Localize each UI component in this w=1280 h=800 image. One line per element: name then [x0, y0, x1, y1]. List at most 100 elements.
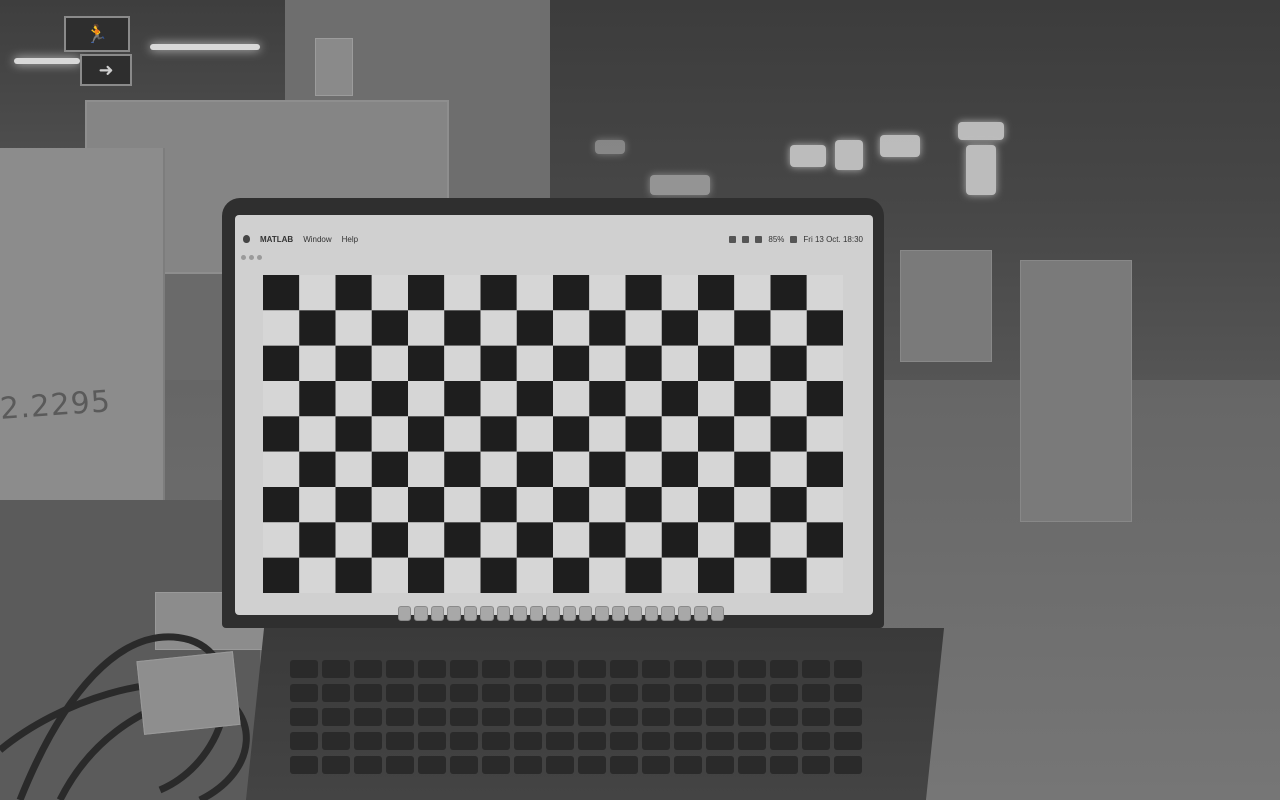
dock-app-icon[interactable]: [414, 605, 428, 621]
keyboard-key: [514, 708, 542, 726]
keyboard-key: [578, 708, 606, 726]
checker-square-light: [371, 416, 408, 452]
keyboard-key: [418, 756, 446, 774]
shelf: [1020, 260, 1132, 522]
checker-square-dark: [698, 487, 735, 523]
checker-square-dark: [444, 381, 481, 417]
keyboard-key: [354, 732, 382, 750]
keyboard-key: [514, 756, 542, 774]
checker-square-dark: [444, 310, 481, 346]
checker-square-light: [480, 310, 517, 346]
menu-app-name[interactable]: MATLAB: [260, 235, 293, 244]
checker-square-dark: [335, 345, 372, 381]
wifi-icon[interactable]: [755, 235, 763, 243]
minimize-window-icon[interactable]: [249, 255, 254, 260]
keyboard-key: [450, 708, 478, 726]
checker-square-dark: [806, 451, 843, 487]
dock-app-icon[interactable]: [463, 605, 478, 621]
checker-square-dark: [516, 310, 553, 346]
dock-app-icon[interactable]: [529, 605, 544, 621]
dock-app-icon[interactable]: [430, 605, 445, 621]
checker-square-dark: [806, 310, 843, 346]
checker-square-light: [734, 487, 771, 523]
dock-app-icon[interactable]: [611, 605, 626, 621]
keyboard-key: [738, 660, 766, 678]
keyboard-key: [610, 708, 638, 726]
checker-square-dark: [408, 345, 445, 381]
checker-square-dark: [806, 381, 843, 417]
dock-app-icon[interactable]: [496, 605, 511, 621]
light-bokeh: [835, 140, 863, 170]
checker-square-light: [661, 557, 698, 593]
keyboard-key: [482, 708, 510, 726]
checker-square-dark: [589, 381, 626, 417]
checker-square-light: [661, 275, 698, 311]
bluetooth-icon[interactable]: [742, 235, 750, 243]
close-window-icon[interactable]: [241, 255, 246, 260]
dock-app-icon[interactable]: [661, 605, 675, 621]
keyboard-key: [674, 708, 702, 726]
checker-square-light: [698, 381, 735, 417]
checker-square-light: [698, 522, 735, 558]
checker-square-dark: [770, 416, 807, 452]
keyboard-key: [322, 732, 350, 750]
keyboard-key: [450, 756, 478, 774]
checker-square-dark: [263, 275, 300, 311]
checker-square-light: [335, 381, 372, 417]
dock-app-icon[interactable]: [513, 605, 527, 621]
checker-square-dark: [553, 416, 590, 452]
checkerboard: [263, 275, 843, 593]
dock-app-icon[interactable]: [447, 605, 461, 621]
keyboard-key: [354, 756, 382, 774]
checker-square-dark: [263, 345, 300, 381]
menu-help[interactable]: Help: [342, 235, 358, 244]
dock-app-icon[interactable]: [644, 605, 659, 621]
checker-square-dark: [734, 310, 771, 346]
dock-app-icon[interactable]: [595, 605, 609, 621]
checker-square-dark: [408, 557, 445, 593]
dock-app-icon[interactable]: [546, 605, 560, 621]
keyboard-key: [578, 756, 606, 774]
keyboard-key: [642, 708, 670, 726]
checker-square-light: [263, 310, 300, 346]
checker-square-light: [371, 557, 408, 593]
dock-app-icon[interactable]: [710, 605, 725, 621]
keyboard-key: [354, 660, 382, 678]
control-center-icon[interactable]: [729, 235, 737, 243]
battery-percent: 85%: [768, 234, 785, 244]
keyboard-key: [578, 732, 606, 750]
apple-logo-icon[interactable]: [243, 235, 250, 243]
keyboard-row: [290, 660, 910, 678]
keyboard-key: [322, 756, 350, 774]
dock-app-icon[interactable]: [694, 605, 708, 621]
checker-square-dark: [371, 381, 408, 417]
keyboard-key: [834, 708, 862, 726]
checker-square-light: [770, 522, 807, 558]
checker-square-dark: [553, 345, 590, 381]
dock-app-icon[interactable]: [480, 605, 494, 621]
zoom-window-icon[interactable]: [257, 255, 262, 260]
checker-square-dark: [335, 557, 372, 593]
dock-app-icon[interactable]: [562, 605, 576, 621]
checker-square-light: [770, 310, 807, 346]
checker-square-light: [553, 451, 590, 487]
checker-square-light: [625, 522, 662, 558]
checker-square-dark: [335, 416, 372, 452]
keyboard-key: [770, 756, 798, 774]
keyboard-key: [834, 660, 862, 678]
keyboard-key: [418, 732, 446, 750]
menu-window[interactable]: Window: [303, 235, 331, 244]
dock-app-icon[interactable]: [677, 605, 692, 621]
dock-app-icon[interactable]: [398, 605, 412, 621]
dock-app-icon[interactable]: [578, 605, 593, 621]
menu-clock[interactable]: Fri 13 Oct. 18:30: [803, 235, 863, 244]
keyboard-key: [674, 756, 702, 774]
cable-tag: [136, 651, 241, 735]
checker-square-dark: [625, 487, 662, 523]
checker-square-light: [734, 416, 771, 452]
keyboard-key: [450, 684, 478, 702]
keyboard-key: [322, 684, 350, 702]
dock-app-icon[interactable]: [628, 605, 642, 621]
checker-square-dark: [335, 275, 372, 311]
battery-icon[interactable]: [790, 235, 798, 243]
